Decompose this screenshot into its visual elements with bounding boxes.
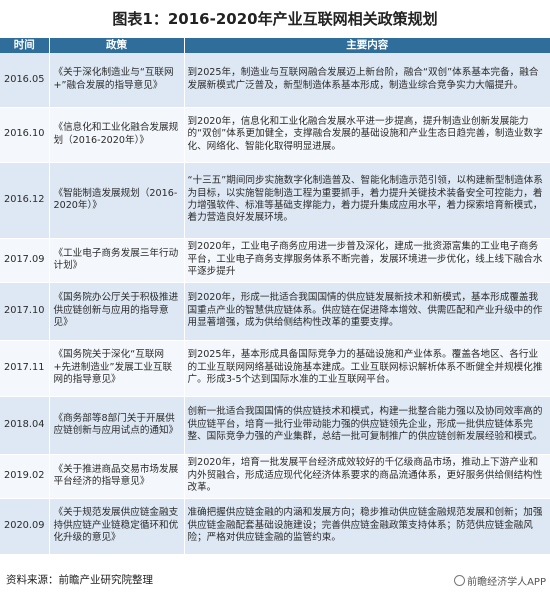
row-policy: 《智能制造发展规划（2016-2020年）》: [49, 162, 185, 239]
row-time: 2019.02: [0, 454, 50, 499]
table-row: 2018.04 《商务部等8部门关于开展供应链创新与应用试点的通知》 创新一批适…: [0, 396, 550, 455]
row-content: 到2020年，培育一批发展平台经济成效较好的千亿级商品市场，推动上下游产业和内外…: [184, 454, 550, 499]
row-policy: 《信息化和工业化融合发展规划（2016-2020年）》: [49, 107, 185, 163]
row-policy: 《国务院关于深化“互联网+先进制造业”发展工业互联网的指导意见》: [49, 340, 185, 397]
row-policy: 《国务院办公厅关于积极推进供应链创新与应用的指导意见》: [49, 282, 185, 341]
row-time: 2017.11: [0, 340, 50, 397]
row-time: 2016.05: [0, 53, 50, 108]
table-row: 2020.09 《关于规范发展供应链金融支持供应链产业链稳定循环和优化升级的意见…: [0, 498, 550, 555]
table-header-row: 时间 政策 主要内容: [0, 38, 550, 53]
row-policy: 《关于规范发展供应链金融支持供应链产业链稳定循环和优化升级的意见》: [49, 498, 185, 555]
table-row: 2016.12 《智能制造发展规划（2016-2020年）》 “十三五”期间同步…: [0, 162, 550, 239]
row-time: 2016.10: [0, 107, 50, 163]
source-note: 资料来源：前瞻产业研究院整理: [6, 574, 153, 586]
row-time: 2018.04: [0, 396, 50, 455]
row-content: 到2020年，信息化和工业化融合发展水平进一步提高，提升制造业创新发展能力的“双…: [184, 107, 550, 163]
row-policy: 《关于深化制造业与“互联网+”融合发展的指导意见》: [49, 53, 185, 108]
row-policy: 《商务部等8部门关于开展供应链创新与应用试点的通知》: [49, 396, 185, 455]
row-time: 2016.12: [0, 162, 50, 239]
row-time: 2020.09: [0, 498, 50, 555]
row-content: “十三五”期间同步实施数字化制造普及、智能化制造示范引领，以构建新型制造体系为目…: [184, 162, 550, 239]
row-content: 到2025年，制造业与互联网融合发展迈上新台阶，融合“双创”体系基本完备，融合发…: [184, 53, 550, 108]
row-time: 2017.09: [0, 238, 50, 283]
table-row: 2017.11 《国务院关于深化“互联网+先进制造业”发展工业互联网的指导意见》…: [0, 340, 550, 397]
brand-logo-icon: [454, 575, 466, 586]
brand-watermark: 前瞻经济学人APP: [454, 573, 546, 588]
brand-label: 前瞻经济学人APP: [467, 577, 546, 588]
header-time: 时间: [0, 38, 50, 53]
table-row: 2017.09 《工业电子商务发展三年行动计划》 到2020年，工业电子商务应用…: [0, 238, 550, 283]
table-row: 2019.02 《关于推进商品交易市场发展平台经济的指导意见》 到2020年，培…: [0, 454, 550, 499]
row-policy: 《关于推进商品交易市场发展平台经济的指导意见》: [49, 454, 185, 499]
row-policy: 《工业电子商务发展三年行动计划》: [49, 238, 185, 283]
row-content: 创新一批适合我国国情的供应链技术和模式，构建一批整合能力强以及协同效率高的供应链…: [184, 396, 550, 455]
page-title: 图表1：2016-2020年产业互联网相关政策规划: [112, 10, 438, 28]
header-content: 主要内容: [184, 38, 550, 53]
policy-table: 时间 政策 主要内容 2016.05 《关于深化制造业与“互联网+”融合发展的指…: [0, 38, 550, 555]
row-content: 准确把握供应链金融的内涵和发展方向；稳步推动供应链金融规范发展和创新；加强供应链…: [184, 498, 550, 555]
header-policy: 政策: [49, 38, 185, 53]
row-time: 2017.10: [0, 282, 50, 341]
table-row: 2016.10 《信息化和工业化融合发展规划（2016-2020年）》 到202…: [0, 107, 550, 163]
table-row: 2017.10 《国务院办公厅关于积极推进供应链创新与应用的指导意见》 到202…: [0, 282, 550, 341]
row-content: 到2020年，形成一批适合我国国情的供应链发展新技术和新模式，基本形成覆盖我国重…: [184, 282, 550, 341]
row-content: 到2025年，基本形成具备国际竞争力的基础设施和产业体系。覆盖各地区、各行业的工…: [184, 340, 550, 397]
table-row: 2016.05 《关于深化制造业与“互联网+”融合发展的指导意见》 到2025年…: [0, 53, 550, 108]
row-content: 到2020年，工业电子商务应用进一步普及深化，建成一批资源富集的工业电子商务平台…: [184, 238, 550, 283]
